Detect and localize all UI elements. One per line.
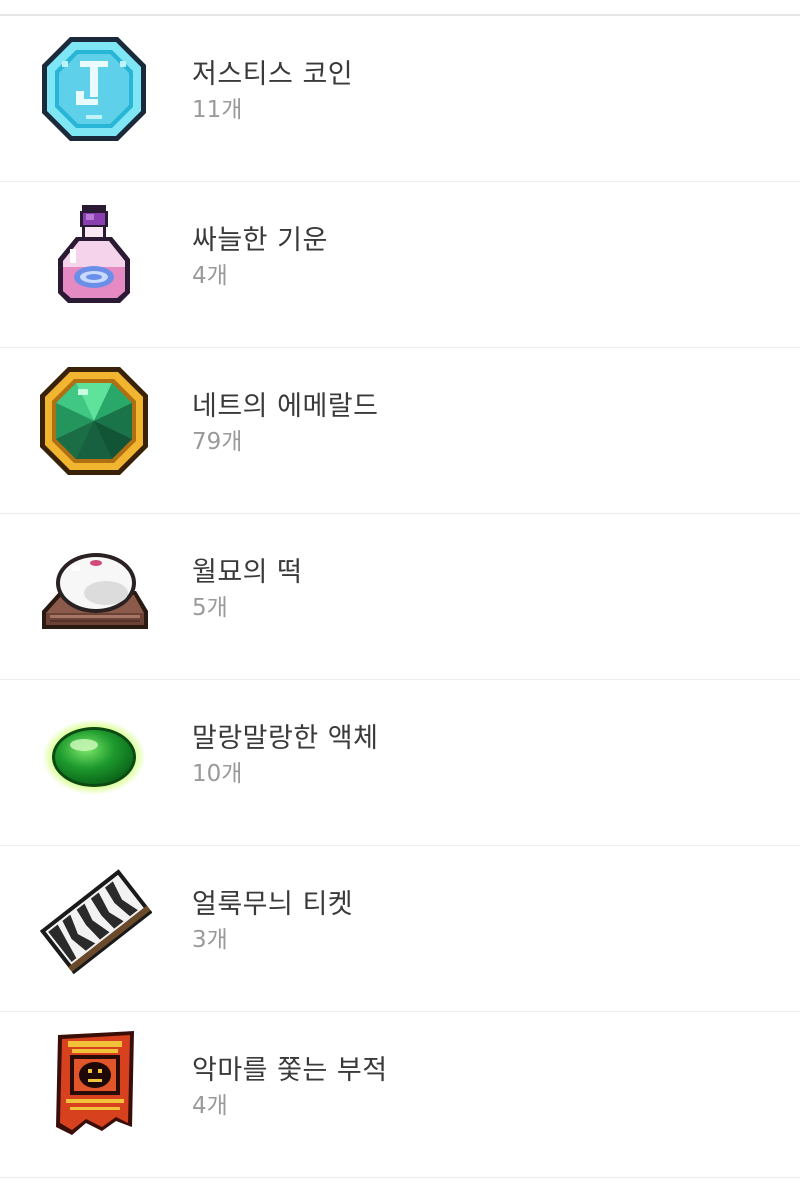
rice-cake-icon [36,529,152,645]
list-item[interactable]: 얼룩무늬 티켓 3개 [0,846,800,1012]
item-count: 3개 [192,927,228,953]
item-list: 저스티스 코인 11개 싸늘한 기운 4개 네트의 에메랄드 79개 월묘의 떡… [0,16,800,1178]
talisman-icon [36,1027,152,1143]
item-count: 79개 [192,429,243,455]
green-slime-icon [36,695,152,811]
inventory-screen: 저스티스 코인 11개 싸늘한 기운 4개 네트의 에메랄드 79개 월묘의 떡… [0,0,800,1200]
item-count: 5개 [192,595,228,621]
list-item[interactable]: 저스티스 코인 11개 [0,16,800,182]
list-item[interactable]: 악마를 쫓는 부적 4개 [0,1012,800,1178]
item-name: 네트의 에메랄드 [192,391,379,422]
emerald-gem-icon [36,363,152,479]
potion-bottle-icon [36,197,152,313]
list-item[interactable]: 싸늘한 기운 4개 [0,182,800,348]
item-name: 싸늘한 기운 [192,225,328,256]
list-item[interactable]: 네트의 에메랄드 79개 [0,348,800,514]
item-count: 11개 [192,97,243,123]
item-count: 4개 [192,263,228,289]
item-count: 4개 [192,1093,228,1119]
list-item[interactable]: 월묘의 떡 5개 [0,514,800,680]
item-name: 얼룩무늬 티켓 [192,889,354,920]
item-name: 악마를 쫓는 부적 [192,1055,388,1086]
item-count: 10개 [192,761,243,787]
item-name: 저스티스 코인 [192,59,354,90]
item-name: 월묘의 떡 [192,557,303,588]
justice-coin-icon [36,31,152,147]
zebra-ticket-icon [36,861,152,977]
item-name: 말랑말랑한 액체 [192,723,379,754]
list-item[interactable]: 말랑말랑한 액체 10개 [0,680,800,846]
